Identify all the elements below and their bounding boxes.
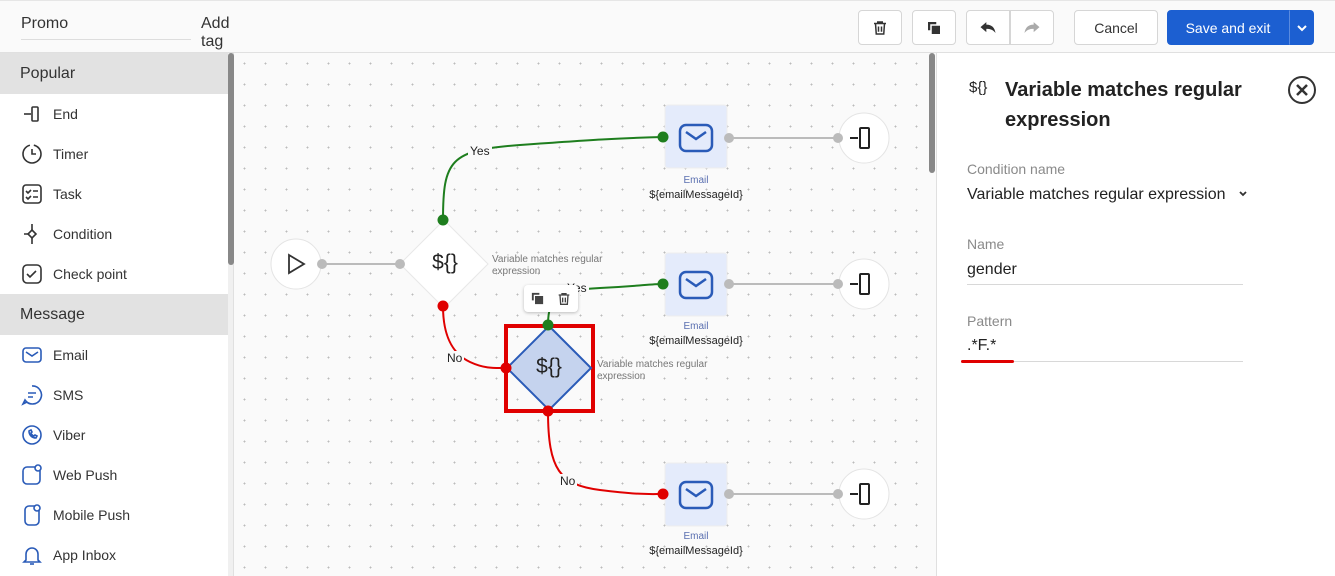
email-node-1[interactable] [664, 104, 728, 169]
copy-icon[interactable] [530, 291, 545, 306]
node-toolbar [524, 285, 578, 312]
condition-icon: ${} [969, 79, 988, 96]
condition-name-value: Variable matches regular expression [967, 186, 1226, 203]
ports[interactable] [317, 131, 843, 500]
email-message-id: ${emailMessageId} [649, 335, 743, 347]
end-node-3 [838, 468, 890, 520]
edge-label-no: No [445, 351, 465, 365]
undo-icon [980, 21, 996, 33]
redo-icon [1024, 21, 1040, 33]
pattern-label: Pattern [967, 313, 1013, 329]
panel-title: Variable matches regular expression [1005, 79, 1242, 131]
chevron-down-icon [1239, 191, 1247, 197]
redo-button[interactable] [1010, 10, 1054, 45]
condition-name-label: Condition name [967, 161, 1066, 177]
close-icon[interactable] [1287, 75, 1317, 105]
edge-label-no: No [558, 474, 578, 488]
canvas-scrollbar[interactable] [929, 53, 935, 173]
condition-symbol: ${} [536, 355, 562, 378]
properties-panel: ${} Variable matches regular expression … [936, 53, 1335, 576]
email-message-id: ${emailMessageId} [649, 545, 743, 557]
undo-button[interactable] [966, 10, 1010, 45]
save-and-exit-button[interactable]: Save and exit [1167, 10, 1289, 45]
condition-name-select[interactable]: Variable matches regular expression [967, 186, 1248, 204]
email-label: Email [683, 175, 709, 186]
end-node-2 [838, 258, 890, 310]
email-label: Email [683, 321, 709, 332]
pattern-input[interactable]: .*F.* [967, 337, 996, 355]
start-node[interactable] [270, 238, 322, 290]
end-nodes[interactable] [838, 112, 890, 520]
chevron-down-icon [1296, 24, 1307, 31]
end-icon [850, 127, 870, 505]
cancel-button[interactable]: Cancel [1074, 10, 1158, 45]
name-underline [967, 284, 1243, 285]
email-label: Email [683, 531, 709, 542]
end-node-1 [838, 112, 890, 164]
pattern-error-indicator [961, 360, 1014, 363]
flow-diagram [270, 104, 890, 527]
email-message-id: ${emailMessageId} [649, 189, 743, 201]
condition-symbol: ${} [432, 251, 458, 274]
edge-label-yes: Yes [468, 144, 492, 158]
save-options-dropdown[interactable] [1289, 10, 1314, 45]
trash-icon[interactable] [556, 291, 572, 307]
condition-label: Variable matches regular expression [492, 254, 603, 277]
email-node-2[interactable] [664, 252, 728, 317]
email-node-3[interactable] [664, 462, 728, 527]
condition-label: Variable matches regular expression [597, 359, 708, 382]
name-label: Name [967, 236, 1005, 252]
name-input[interactable]: gender [967, 261, 1017, 279]
